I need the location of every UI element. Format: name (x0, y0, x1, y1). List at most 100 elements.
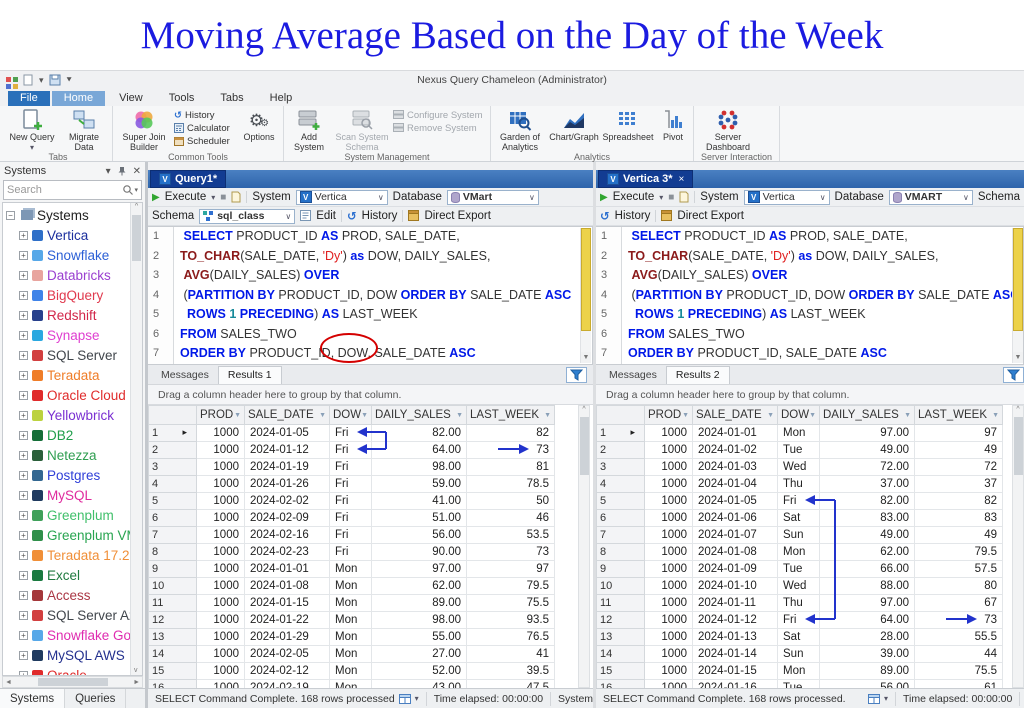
cell[interactable]: 73 (467, 442, 555, 459)
filter-funnel-button[interactable] (1003, 367, 1024, 383)
cell[interactable]: Thu (778, 595, 820, 612)
sql-editor-left[interactable]: 1 SELECT PRODUCT_ID AS PROD, SALE_DATE,2… (148, 226, 593, 365)
cell[interactable]: 2024-01-01 (693, 425, 778, 442)
cell[interactable]: Fri (778, 612, 820, 629)
table-row[interactable]: 310002024-01-19Fri98.0081 (149, 459, 555, 476)
cell[interactable]: 98.00 (372, 612, 467, 629)
cell[interactable]: 64.00 (372, 442, 467, 459)
code-line[interactable]: 6FROM SALES_TWO (596, 325, 1023, 345)
code-line[interactable]: 4 (PARTITION BY PRODUCT_ID, DOW ORDER BY… (596, 286, 1023, 306)
row-number[interactable]: 6 (149, 510, 197, 527)
cell[interactable]: Mon (330, 629, 372, 646)
cell[interactable]: 49 (915, 442, 1003, 459)
cell[interactable]: 49.00 (820, 527, 915, 544)
sidebar-item-oracle-cloud[interactable]: +Oracle Cloud (6, 385, 142, 405)
row-number[interactable]: 14 (149, 646, 197, 663)
sidebar-item-access[interactable]: +Access (6, 585, 142, 605)
migrate-data-button[interactable]: Migrate Data (59, 107, 109, 152)
column-header-prod[interactable]: ▼PROD (645, 406, 693, 425)
cell[interactable]: 75.5 (915, 663, 1003, 680)
cell[interactable]: 62.00 (820, 544, 915, 561)
column-header-last-week[interactable]: ▼LAST_WEEK (467, 406, 555, 425)
direct-export-button[interactable]: Direct Export (424, 210, 490, 222)
cell[interactable]: 44 (915, 646, 1003, 663)
expand-icon[interactable]: + (19, 411, 28, 420)
cell[interactable]: 57.5 (915, 561, 1003, 578)
cell[interactable]: 1000 (645, 493, 693, 510)
filter-icon[interactable]: ▼ (361, 412, 368, 419)
cell[interactable]: 75.5 (467, 595, 555, 612)
pin-icon[interactable] (118, 166, 126, 177)
table-row[interactable]: 1310002024-01-29Mon55.0076.5 (149, 629, 555, 646)
execute-icon[interactable]: ▶ (600, 192, 608, 203)
cell[interactable]: Fri (330, 442, 372, 459)
row-number[interactable]: 14 (597, 646, 645, 663)
expand-icon[interactable]: + (19, 671, 28, 677)
cell[interactable]: Fri (330, 493, 372, 510)
editor-scrollbar[interactable]: ▼ (580, 228, 591, 363)
tab-messages[interactable]: Messages (600, 367, 666, 384)
tab-query1[interactable]: V Query1* (150, 170, 226, 188)
tab-tabs[interactable]: Tabs (208, 91, 255, 106)
cell[interactable]: 97 (467, 561, 555, 578)
table-row[interactable]: 410002024-01-04Thu37.0037 (597, 476, 1003, 493)
cell[interactable]: 2024-01-15 (245, 595, 330, 612)
table-row[interactable]: 410002024-01-26Fri59.0078.5 (149, 476, 555, 493)
expand-icon[interactable]: + (19, 551, 28, 560)
cell[interactable]: 1000 (197, 629, 245, 646)
search-icon[interactable] (122, 181, 134, 199)
cell[interactable]: 1000 (645, 663, 693, 680)
sidebar-item-excel[interactable]: +Excel (6, 565, 142, 585)
table-row[interactable]: 310002024-01-03Wed72.0072 (597, 459, 1003, 476)
configure-system-button[interactable]: Configure System (393, 109, 487, 121)
cell[interactable]: 41 (467, 646, 555, 663)
cell[interactable]: 72 (915, 459, 1003, 476)
row-number[interactable]: 7 (149, 527, 197, 544)
cell[interactable]: 2024-01-13 (693, 629, 778, 646)
cell[interactable]: 1000 (197, 663, 245, 680)
code-line[interactable]: 4 (PARTITION BY PRODUCT_ID, DOW ORDER BY… (148, 286, 592, 306)
cell[interactable]: 37 (915, 476, 1003, 493)
cell[interactable]: 2024-01-26 (245, 476, 330, 493)
expand-icon[interactable]: + (19, 331, 28, 340)
cell[interactable]: Wed (778, 578, 820, 595)
cell[interactable]: 1000 (645, 476, 693, 493)
remove-system-button[interactable]: Remove System (393, 122, 487, 134)
sidebar-item-vertica[interactable]: +Vertica (6, 225, 142, 245)
schema-select[interactable]: sql_class ∨ (199, 209, 295, 224)
cell[interactable]: Fri (330, 476, 372, 493)
cell[interactable]: Fri (330, 510, 372, 527)
cell[interactable]: 2024-01-12 (693, 612, 778, 629)
sidebar-item-sql-server-azur[interactable]: +SQL Server Azur (6, 605, 142, 625)
cell[interactable]: 2024-01-11 (693, 595, 778, 612)
expand-icon[interactable]: + (19, 471, 28, 480)
cell[interactable]: 51.00 (372, 510, 467, 527)
code-line[interactable]: 1 SELECT PRODUCT_ID AS PROD, SALE_DATE, (596, 227, 1023, 247)
tab-queries[interactable]: Queries (65, 689, 126, 708)
cell[interactable]: 61 (915, 680, 1003, 689)
sql-editor-right[interactable]: 1 SELECT PRODUCT_ID AS PROD, SALE_DATE,2… (596, 226, 1024, 365)
tab-tools[interactable]: Tools (157, 91, 207, 106)
cell[interactable]: 1000 (197, 459, 245, 476)
table-row[interactable]: 1▸10002024-01-05Fri82.0082 (149, 425, 555, 442)
expand-icon[interactable]: + (19, 371, 28, 380)
table-row[interactable]: 1610002024-02-19Mon43.0047.5 (149, 680, 555, 689)
cell[interactable]: 90.00 (372, 544, 467, 561)
expand-icon[interactable]: + (19, 651, 28, 660)
result-grid-icon[interactable] (399, 693, 411, 705)
column-header-dow[interactable]: ▼DOW (778, 406, 820, 425)
close-tab-icon[interactable]: × (679, 174, 685, 185)
cell[interactable]: 56.00 (820, 680, 915, 689)
sidebar-item-teradata-17-20[interactable]: +Teradata 17.20 (6, 545, 142, 565)
tab-messages[interactable]: Messages (152, 367, 218, 384)
scheduler-button[interactable]: Scheduler (174, 135, 236, 147)
table-row[interactable]: 1410002024-01-14Sun39.0044 (597, 646, 1003, 663)
options-button[interactable]: ⚙⚙ Options (238, 107, 280, 143)
cell[interactable]: 1000 (197, 510, 245, 527)
calculator-button[interactable]: Calculator (174, 122, 236, 134)
cell[interactable]: Fri (330, 425, 372, 442)
row-number[interactable]: 3 (597, 459, 645, 476)
table-row[interactable]: 1010002024-01-08Mon62.0079.5 (149, 578, 555, 595)
expand-icon[interactable]: + (19, 571, 28, 580)
sidebar-item-postgres[interactable]: +Postgres (6, 465, 142, 485)
